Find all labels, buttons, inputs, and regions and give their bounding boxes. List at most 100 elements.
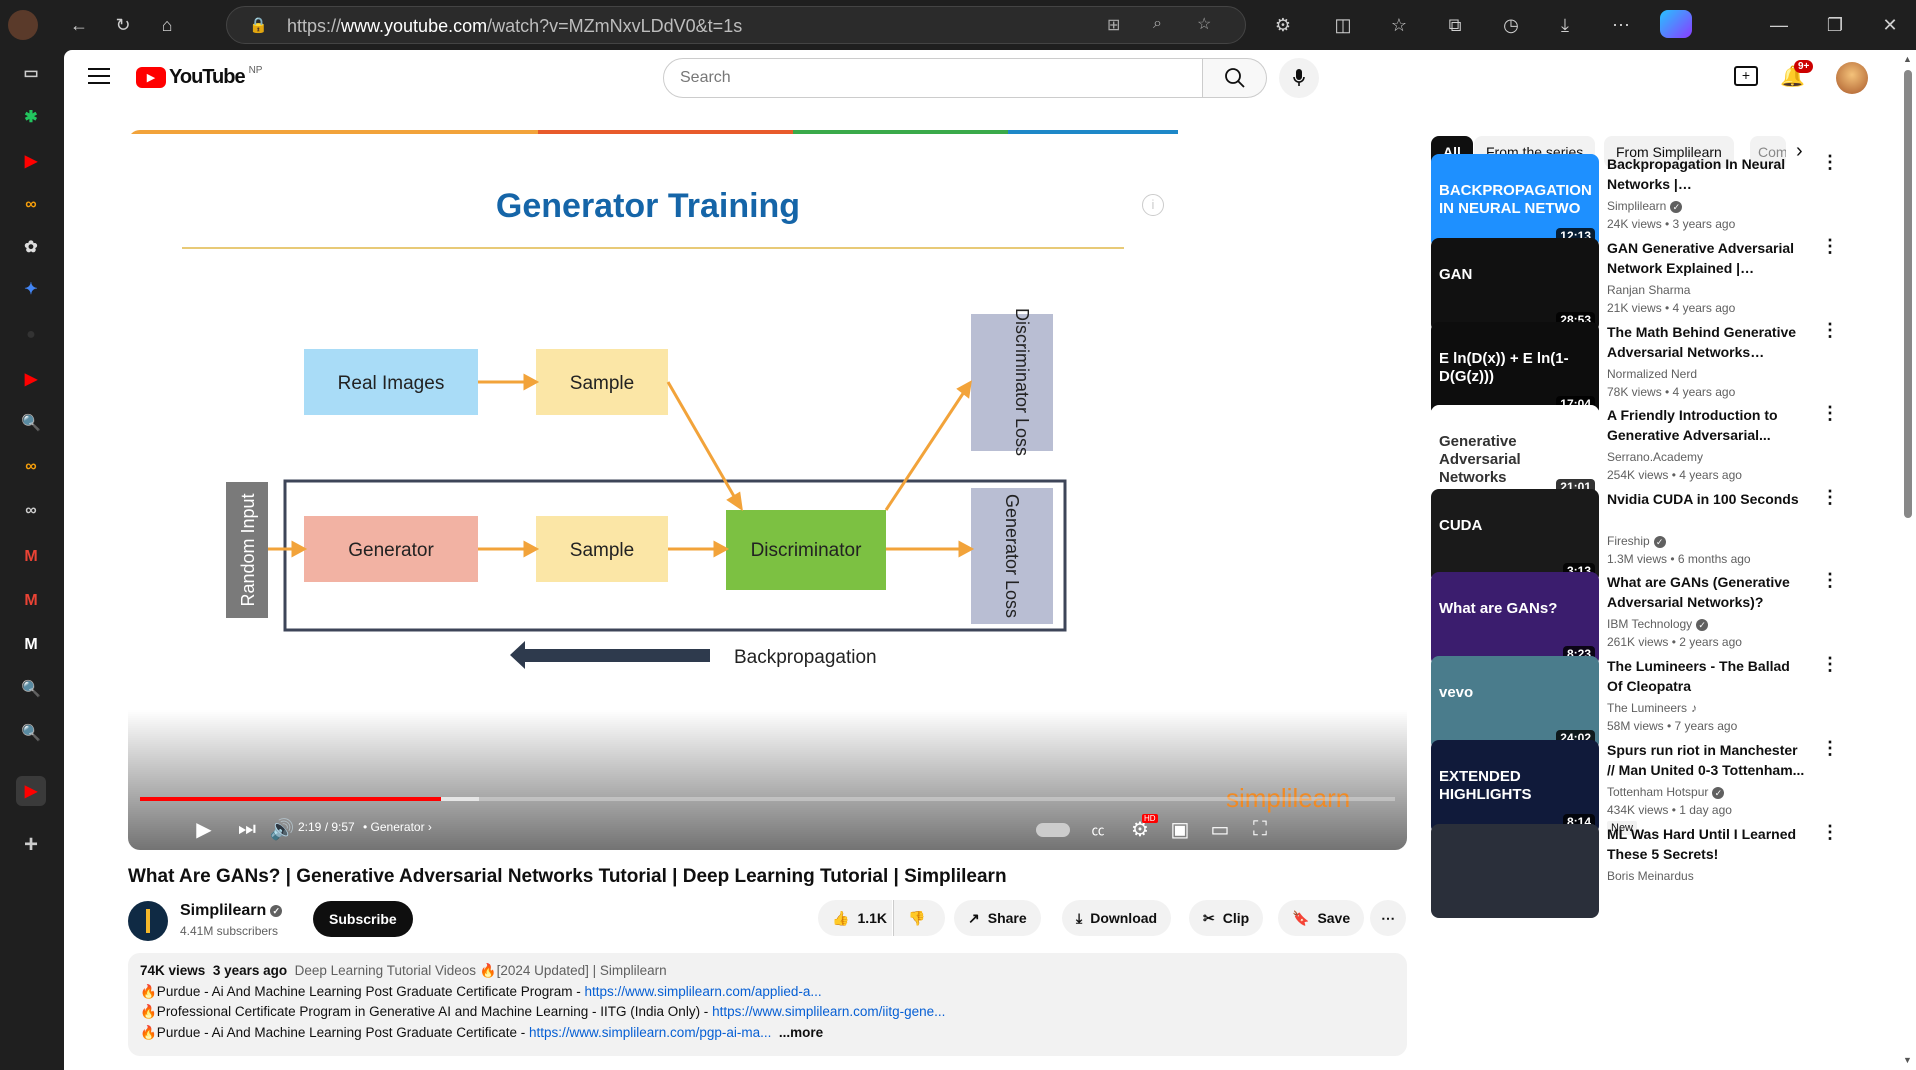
scrollbar[interactable]: ▲ ▼: [1900, 50, 1916, 1070]
address-bar[interactable]: 🔒 https://www.youtube.com/watch?v=MZmNxv…: [226, 6, 1246, 44]
captions-icon[interactable]: ㏄: [1080, 814, 1116, 844]
scrollbar-up-icon[interactable]: ▲: [1903, 54, 1912, 64]
youtube-icon[interactable]: ▶: [16, 146, 46, 176]
voice-search-button[interactable]: [1279, 58, 1319, 98]
coursera-icon[interactable]: ∞: [16, 190, 46, 220]
menu-icon[interactable]: [88, 68, 110, 86]
download-icon[interactable]: ⤓: [1550, 10, 1580, 40]
scrollbar-down-icon[interactable]: ▼: [1903, 1055, 1912, 1065]
video-thumbnail[interactable]: BACKPROPAGATION IN NEURAL NETWO 12:13: [1431, 154, 1599, 248]
recommendation-item[interactable]: What are GANs? 8:23 What are GANs (Generat…: [1431, 571, 1851, 668]
download-button[interactable]: ⤓ Download: [1062, 900, 1172, 936]
search-button[interactable]: [1203, 58, 1267, 98]
channel-name[interactable]: Simplilearn ✓: [180, 902, 283, 920]
url-text[interactable]: https://www.youtube.com/watch?v=MZmNxvLD…: [287, 16, 742, 37]
video-thumbnail[interactable]: GAN 28:53: [1431, 238, 1599, 332]
recommendation-title[interactable]: The Math Behind Generative Adversarial N…: [1607, 322, 1807, 362]
recommendation-channel[interactable]: Tottenham Hotspur ✓: [1607, 785, 1725, 799]
favorites-icon[interactable]: ☆: [1384, 10, 1414, 40]
video-thumbnail[interactable]: Generative Adversarial Networks 21:01: [1431, 405, 1599, 499]
more-options-icon[interactable]: ⋮: [1821, 153, 1839, 171]
search-icon[interactable]: 🔍: [16, 408, 46, 438]
more-options-icon[interactable]: ⋮: [1821, 571, 1839, 589]
scrollbar-thumb[interactable]: [1904, 70, 1912, 518]
app-available-icon[interactable]: ⊞: [1107, 15, 1120, 35]
maximize-icon[interactable]: ❐: [1820, 10, 1850, 40]
share-button[interactable]: ↗ Share: [954, 900, 1041, 936]
like-button[interactable]: 👍 1.1K: [818, 900, 892, 936]
info-icon[interactable]: i: [1142, 194, 1164, 216]
recommendation-title[interactable]: A Friendly Introduction to Generative Ad…: [1607, 405, 1807, 445]
profile-avatar-icon[interactable]: [8, 10, 38, 40]
more-options-icon[interactable]: ⋮: [1821, 823, 1839, 841]
more-options-icon[interactable]: ⋮: [1821, 655, 1839, 673]
back-icon[interactable]: ←: [64, 10, 94, 40]
video-thumbnail[interactable]: What are GANs? 8:23: [1431, 572, 1599, 666]
refresh-icon[interactable]: ↻: [108, 10, 138, 40]
coursera-icon[interactable]: ∞: [16, 452, 46, 482]
copilot-icon[interactable]: [1660, 10, 1692, 38]
channel-avatar[interactable]: [128, 901, 168, 941]
video-thumbnail[interactable]: E ln(D(x)) + E ln(1-D(G(z))) 17:04: [1431, 322, 1599, 416]
autoplay-toggle[interactable]: [1036, 823, 1070, 837]
favorite-star-icon[interactable]: ☆: [1197, 14, 1211, 34]
progress-bar[interactable]: [140, 797, 1395, 801]
recommendation-channel[interactable]: Ranjan Sharma: [1607, 283, 1690, 297]
recommendation-channel[interactable]: Boris Meinardus: [1607, 869, 1694, 883]
gemini-icon[interactable]: ✦: [16, 274, 46, 304]
fullscreen-icon[interactable]: ⛶: [1242, 814, 1278, 844]
more-menu-icon[interactable]: ⋯: [1606, 10, 1636, 40]
account-avatar[interactable]: [1836, 62, 1868, 94]
video-player[interactable]: Generator Training Real Images Sample Ge…: [128, 130, 1407, 850]
video-thumbnail[interactable]: [1431, 824, 1599, 918]
chapter-label[interactable]: • Generator ›: [363, 820, 432, 834]
tabs-icon[interactable]: ▭: [16, 58, 46, 88]
description-link[interactable]: https://www.simplilearn.com/iitg-gene...: [712, 1004, 945, 1019]
extensions-icon[interactable]: ⚙: [1268, 10, 1298, 40]
search-icon[interactable]: 🔍: [16, 674, 46, 704]
more-options-icon[interactable]: ⋮: [1821, 739, 1839, 757]
create-video-icon[interactable]: +: [1734, 66, 1758, 86]
close-icon[interactable]: ✕: [1875, 10, 1905, 40]
recommendation-item[interactable]: CUDA 3:13 Nvidia CUDA in 100 Seconds Firesh…: [1431, 488, 1851, 585]
zoom-icon[interactable]: ⌕: [1153, 15, 1162, 33]
recommendation-item[interactable]: vevo 24:02 The Lumineers - The Ballad Of C…: [1431, 655, 1851, 752]
split-screen-icon[interactable]: ◫: [1328, 10, 1358, 40]
description-link[interactable]: https://www.simplilearn.com/applied-a...: [585, 984, 822, 999]
recommendation-title[interactable]: The Lumineers - The Ballad Of Cleopatra: [1607, 656, 1807, 696]
chatgpt-icon[interactable]: ✿: [16, 232, 46, 262]
youtube-icon[interactable]: ▶: [16, 364, 46, 394]
recommendation-channel[interactable]: IBM Technology ✓: [1607, 617, 1709, 631]
recommendation-title[interactable]: Backpropagation In Neural Networks | Bac…: [1607, 154, 1807, 194]
miniplayer-icon[interactable]: ▣: [1162, 814, 1198, 844]
recommendation-title[interactable]: Spurs run riot in Manchester // Man Unit…: [1607, 740, 1807, 780]
more-options-icon[interactable]: ⋮: [1821, 488, 1839, 506]
github-icon[interactable]: ●: [16, 320, 46, 350]
recommendation-title[interactable]: What are GANs (Generative Adversarial Ne…: [1607, 572, 1807, 612]
search-input[interactable]: [664, 59, 1164, 97]
collections-icon[interactable]: ⧉: [1440, 10, 1470, 40]
dislike-button[interactable]: 👎: [893, 900, 945, 936]
show-more-button[interactable]: ...more: [779, 1025, 823, 1040]
home-icon[interactable]: ⌂: [152, 10, 182, 40]
recommendation-channel[interactable]: Serrano.Academy: [1607, 450, 1703, 464]
recommendation-channel[interactable]: Simplilearn ✓: [1607, 199, 1683, 213]
app-green-icon[interactable]: ✱: [16, 102, 46, 132]
description-link[interactable]: https://www.simplilearn.com/pgp-ai-ma...: [529, 1025, 771, 1040]
infinity-icon[interactable]: ∞: [16, 496, 46, 526]
add-icon[interactable]: +: [16, 830, 46, 860]
volume-icon[interactable]: 🔊: [264, 814, 300, 844]
minimize-icon[interactable]: —: [1764, 10, 1794, 40]
play-icon[interactable]: ▶: [186, 814, 222, 844]
recommendation-channel[interactable]: Fireship ✓: [1607, 534, 1666, 548]
search-icon[interactable]: 🔍: [16, 718, 46, 748]
video-thumbnail[interactable]: vevo 24:02: [1431, 656, 1599, 750]
recommendation-item[interactable]: Generative Adversarial Networks 21:01 A Fr…: [1431, 404, 1851, 501]
video-thumbnail[interactable]: CUDA 3:13: [1431, 489, 1599, 583]
recommendation-item[interactable]: GAN 28:53 GAN Generative Adversarial Netwo…: [1431, 237, 1851, 334]
recommendation-title[interactable]: Nvidia CUDA in 100 Seconds: [1607, 489, 1807, 509]
recommendation-title[interactable]: ML Was Hard Until I Learned These 5 Secr…: [1607, 824, 1807, 864]
subscribe-button[interactable]: Subscribe: [313, 901, 413, 937]
more-options-icon[interactable]: ⋮: [1821, 404, 1839, 422]
medium-icon[interactable]: M: [16, 630, 46, 660]
